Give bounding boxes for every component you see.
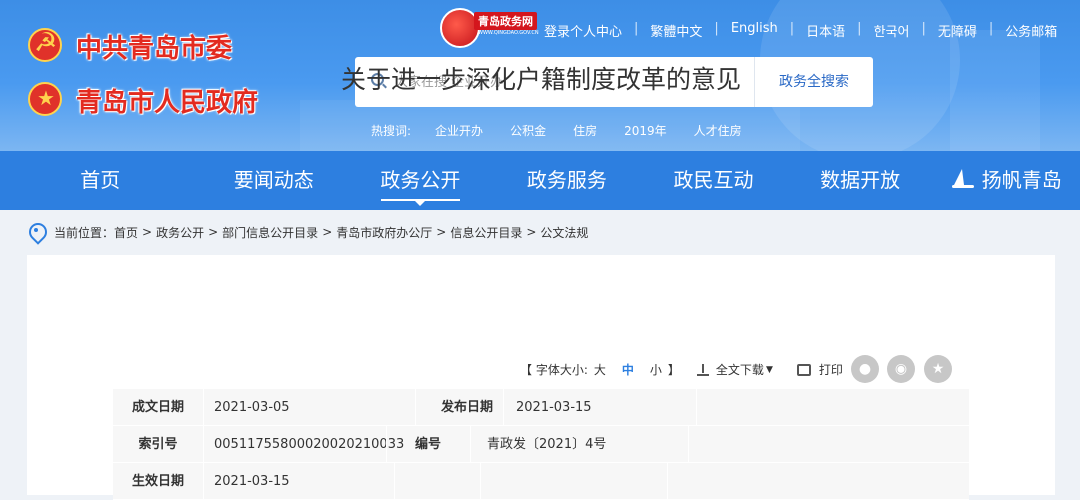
breadcrumb-separator: > bbox=[208, 225, 219, 239]
hot-search-item[interactable]: 人才住房 bbox=[694, 122, 742, 139]
divider: | bbox=[789, 21, 795, 36]
wechat-icon[interactable]: ● bbox=[851, 355, 879, 383]
meta-label: 成文日期 bbox=[131, 400, 184, 415]
meta-label: 生效日期 bbox=[131, 474, 184, 489]
font-size-small[interactable]: 小 bbox=[650, 361, 662, 378]
divider bbox=[503, 389, 504, 426]
font-size-large[interactable]: 大 bbox=[594, 361, 606, 378]
divider bbox=[696, 389, 697, 426]
print-button[interactable]: 打印 bbox=[819, 361, 843, 378]
nav-home[interactable]: 首页 bbox=[0, 151, 200, 210]
meta-value: 2021-03-05 bbox=[214, 400, 290, 415]
breadcrumb-item[interactable]: 公文法规 bbox=[540, 224, 588, 241]
divider bbox=[688, 426, 689, 463]
chevron-down-icon[interactable]: ▼ bbox=[766, 365, 773, 375]
hot-search-item[interactable]: 企业开办 bbox=[435, 122, 483, 139]
breadcrumb-separator: > bbox=[526, 225, 537, 239]
divider: | bbox=[857, 21, 862, 36]
meta-value: 2021-03-15 bbox=[516, 400, 592, 415]
top-link-login[interactable]: 登录个人中心 bbox=[544, 21, 622, 40]
favorite-icon[interactable]: ★ bbox=[924, 355, 952, 383]
divider: | bbox=[634, 21, 639, 36]
breadcrumb-item[interactable]: 信息公开目录 bbox=[450, 224, 522, 241]
hot-search-item[interactable]: 住房 bbox=[573, 122, 597, 139]
location-pin-icon bbox=[28, 223, 44, 241]
hot-search: 热搜词: 企业开办 公积金 住房 2019年 人才住房 bbox=[371, 122, 769, 139]
top-link-official-email[interactable]: 公务邮箱 bbox=[1005, 21, 1057, 40]
nav-invest-qingdao[interactable]: 扬帆青岛 bbox=[933, 151, 1080, 210]
site-logo-text: 青岛政务网 bbox=[474, 12, 537, 30]
sailboat-icon bbox=[951, 169, 974, 189]
printer-icon bbox=[796, 363, 811, 376]
meta-label: 编号 bbox=[414, 437, 441, 452]
top-link-japanese[interactable]: 日本语 bbox=[806, 21, 845, 40]
meta-value: 00511755800020020210033 bbox=[214, 437, 405, 452]
table-row: 索引号 00511755800020020210033 编号 青政发〔2021〕… bbox=[113, 426, 969, 463]
top-link-english[interactable]: English bbox=[731, 21, 778, 40]
nav-news[interactable]: 要闻动态 bbox=[200, 151, 347, 210]
nav-open-data[interactable]: 数据开放 bbox=[787, 151, 934, 210]
font-size-label: 【 字体大小: bbox=[520, 363, 588, 377]
nav-interaction[interactable]: 政民互动 bbox=[640, 151, 787, 210]
document-metadata-table: 成文日期 2021-03-05 发布日期 2021-03-15 索引号 0051… bbox=[113, 389, 969, 500]
breadcrumb-item[interactable]: 政务公开 bbox=[156, 224, 204, 241]
download-button[interactable]: 全文下载 bbox=[716, 361, 764, 378]
nav-government-services[interactable]: 政务服务 bbox=[494, 151, 641, 210]
divider bbox=[667, 463, 668, 500]
document-toolbar: 【 字体大小: 大 中 小 】 全文下载 ▼ 打印 bbox=[520, 361, 843, 378]
font-size-bracket: 】 bbox=[667, 363, 680, 377]
breadcrumb-label: 当前位置： bbox=[54, 225, 115, 240]
weibo-icon[interactable]: ◉ bbox=[887, 355, 915, 383]
download-icon bbox=[696, 363, 710, 377]
divider bbox=[203, 426, 204, 463]
divider: | bbox=[714, 21, 719, 36]
top-link-accessibility[interactable]: 无障碍 bbox=[938, 21, 977, 40]
breadcrumb-item[interactable]: 首页 bbox=[114, 224, 138, 241]
hot-search-item[interactable]: 2019年 bbox=[624, 122, 667, 139]
table-row: 成文日期 2021-03-05 发布日期 2021-03-15 bbox=[113, 389, 969, 426]
divider: | bbox=[988, 21, 994, 36]
breadcrumb: 当前位置： 首页 > 政务公开 > 部门信息公开目录 > 青岛市政府办公厅 > … bbox=[28, 223, 588, 241]
top-link-traditional-chinese[interactable]: 繁體中文 bbox=[650, 21, 702, 40]
breadcrumb-separator: > bbox=[436, 225, 447, 239]
divider bbox=[480, 463, 481, 500]
divider bbox=[203, 463, 204, 500]
divider bbox=[203, 389, 204, 426]
divider bbox=[470, 426, 471, 463]
meta-label: 索引号 bbox=[138, 437, 178, 452]
hot-search-label: 热搜词: bbox=[371, 124, 412, 138]
site-logo[interactable]: 青岛政务网 WWW.QINGDAO.GOV.CN bbox=[440, 8, 539, 48]
meta-value: 青政发〔2021〕4号 bbox=[487, 437, 607, 452]
breadcrumb-item[interactable]: 青岛市政府办公厅 bbox=[336, 224, 432, 241]
divider: | bbox=[921, 21, 926, 36]
document-title: 关于进一步深化户籍制度改革的意见 bbox=[340, 65, 741, 94]
party-emblem-icon bbox=[28, 28, 62, 62]
breadcrumb-separator: > bbox=[142, 225, 153, 239]
top-link-korean[interactable]: 한국어 bbox=[874, 21, 910, 40]
table-row: 生效日期 2021-03-15 bbox=[113, 463, 969, 500]
site-logo-url: WWW.QINGDAO.GOV.CN bbox=[478, 30, 539, 36]
font-size-medium[interactable]: 中 bbox=[622, 361, 634, 378]
divider bbox=[394, 463, 395, 500]
top-links: 登录个人中心 | 繁體中文 | English | 日本语 | 한국어 | 无障… bbox=[544, 21, 1057, 40]
breadcrumb-item[interactable]: 部门信息公开目录 bbox=[222, 224, 318, 241]
meta-value: 2021-03-15 bbox=[214, 474, 290, 489]
nav-government-affairs[interactable]: 政务公开 bbox=[347, 151, 494, 210]
hot-search-item[interactable]: 公积金 bbox=[510, 122, 546, 139]
main-nav: 首页 要闻动态 政务公开 政务服务 政民互动 数据开放 扬帆青岛 bbox=[0, 151, 1080, 210]
nav-invest-qingdao-label: 扬帆青岛 bbox=[981, 168, 1062, 192]
breadcrumb-separator: > bbox=[322, 225, 333, 239]
